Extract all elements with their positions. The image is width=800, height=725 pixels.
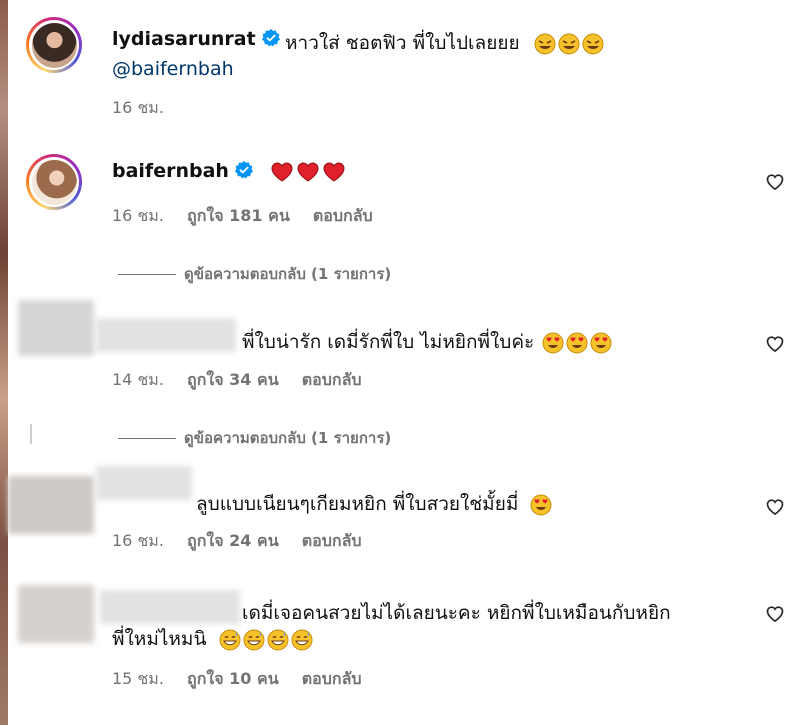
rofl-emoji — [534, 33, 556, 54]
mention-link[interactable]: @baifernbah — [112, 58, 234, 80]
blurred-avatar[interactable] — [18, 300, 94, 356]
view-replies-button[interactable]: ดูข้อความตอบกลับ (1 รายการ) — [118, 426, 391, 450]
grinning-sweat-emoji — [267, 629, 288, 650]
comment-text-hearts — [268, 160, 346, 182]
rofl-emoji — [582, 33, 604, 54]
view-replies-label: ดูข้อความตอบกลับ (1 รายการ) — [184, 429, 392, 447]
reply-button[interactable]: ตอบกลับ — [302, 531, 362, 550]
like-count[interactable]: ถูกใจ 24 คน — [187, 531, 279, 550]
comment-text-continued: พี่ใหม่ไหมนิ — [112, 628, 207, 650]
heart-outline-icon[interactable] — [765, 604, 785, 624]
avatar[interactable] — [26, 17, 82, 73]
blurred-username[interactable] — [96, 318, 236, 352]
view-replies-button[interactable]: ดูข้อความตอบกลับ (1 รายการ) — [118, 262, 391, 286]
comment-username[interactable]: lydiasarunrat — [112, 28, 256, 50]
comment-time: 14 ชม. — [112, 370, 164, 389]
rofl-emoji — [558, 33, 580, 54]
heart-outline-icon[interactable] — [765, 334, 785, 354]
comment-text: หาวใส่ ชอตฟิว พี่ใบไปเลยยย — [285, 32, 520, 54]
like-count[interactable]: ถูกใจ 10 คน — [187, 669, 279, 688]
avatar[interactable] — [26, 154, 82, 210]
comment-time: 16 ชม. — [112, 206, 164, 225]
comment-time: 16 ชม. — [112, 531, 164, 550]
heart-eyes-emoji — [590, 332, 612, 353]
like-count[interactable]: ถูกใจ 181 คน — [187, 206, 290, 225]
comment-text: ลูบแบบเนียนๆเกียมหยิก พี่ใบสวยใช่มั้ยมี่ — [196, 493, 519, 515]
reply-button[interactable]: ตอบกลับ — [302, 669, 362, 688]
grinning-sweat-emoji — [291, 629, 312, 650]
blurred-avatar[interactable] — [18, 585, 94, 643]
reply-button[interactable]: ตอบกลับ — [313, 206, 373, 225]
heart-eyes-emoji — [566, 332, 588, 353]
blurred-username[interactable] — [96, 466, 192, 500]
red-heart-emoji — [323, 161, 345, 182]
view-replies-label: ดูข้อความตอบกลับ (1 รายการ) — [184, 265, 392, 283]
blurred-username[interactable] — [100, 590, 240, 624]
verified-badge-icon — [234, 161, 253, 179]
heart-eyes-emoji — [530, 494, 552, 515]
red-heart-emoji — [297, 161, 319, 182]
grinning-sweat-emoji — [243, 629, 264, 650]
verified-badge-icon — [261, 29, 280, 47]
comment-time: 15 ชม. — [112, 669, 164, 688]
divider — [30, 424, 32, 444]
heart-outline-icon[interactable] — [765, 497, 785, 517]
heart-outline-icon[interactable] — [765, 172, 785, 192]
blurred-avatar[interactable] — [8, 476, 94, 534]
comment-time: 16 ชม. — [112, 98, 164, 117]
grinning-sweat-emoji — [219, 629, 240, 650]
background-photo-edge — [0, 0, 8, 725]
comment-text: พี่ใบน่ารัก เดมี่รักพี่ใบ ไม่หยิกพี่ใบค่… — [242, 331, 535, 353]
comment-username[interactable]: baifernbah — [112, 160, 229, 182]
heart-eyes-emoji — [542, 332, 564, 353]
like-count[interactable]: ถูกใจ 34 คน — [187, 370, 279, 389]
reply-button[interactable]: ตอบกลับ — [302, 370, 362, 389]
red-heart-emoji — [271, 161, 293, 182]
